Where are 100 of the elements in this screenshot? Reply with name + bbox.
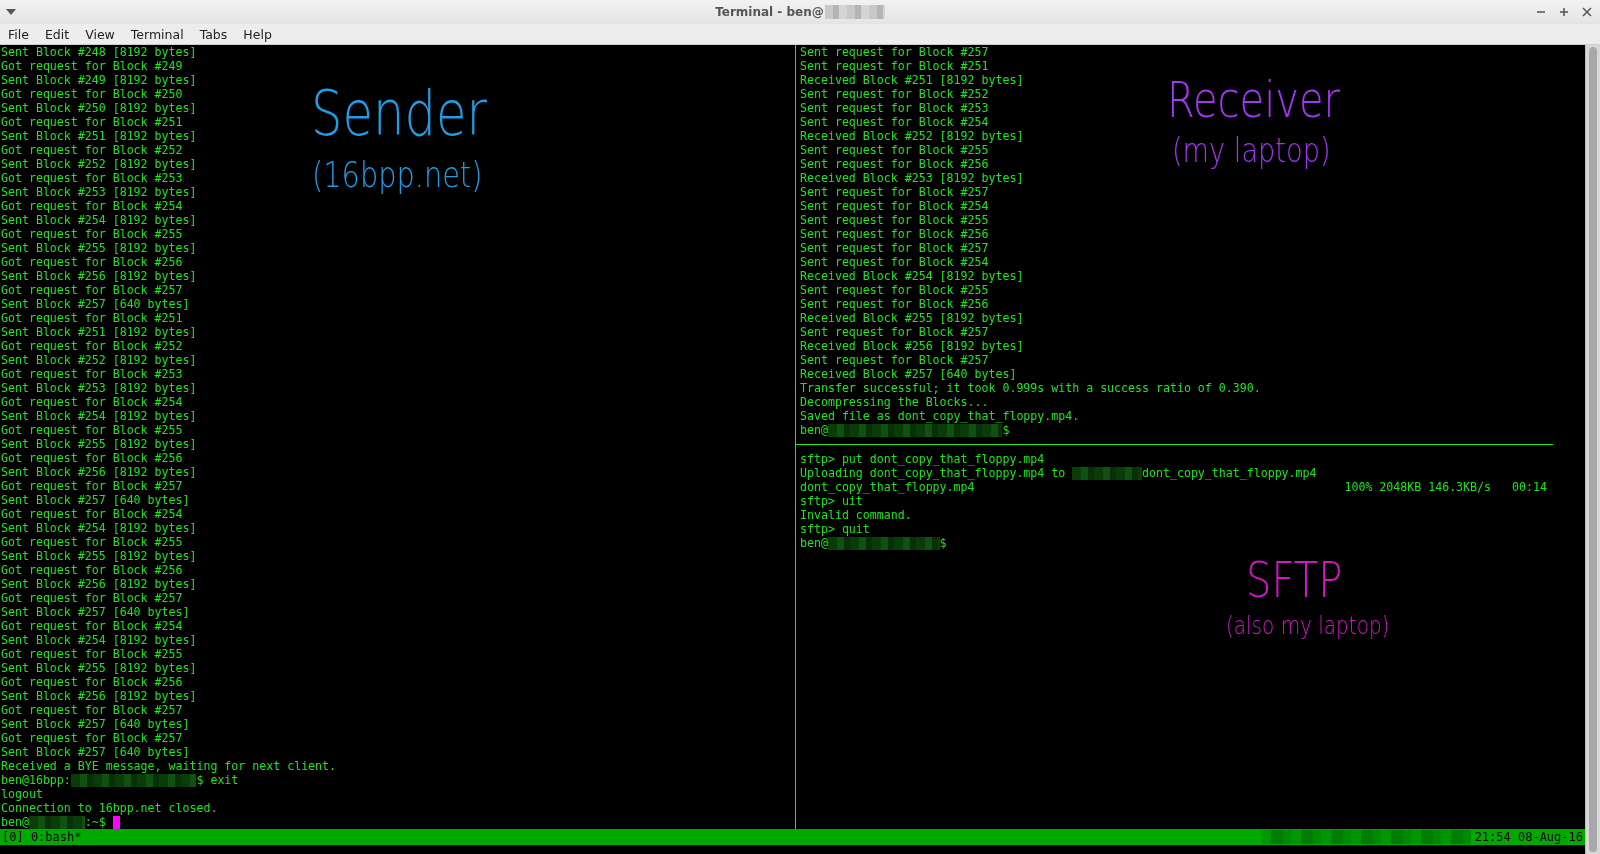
terminal-line: Sent Block #255 [8192 bytes]: [1, 661, 197, 675]
terminal-line: Sent request for Block #257: [800, 185, 989, 199]
terminal-line: Sent request for Block #256: [800, 227, 989, 241]
clock: 21:54 08-Aug-16: [1474, 830, 1583, 844]
menu-item[interactable]: Terminal: [122, 26, 192, 42]
terminal-line: Sent Block #256 [8192 bytes]: [1, 689, 197, 703]
terminal-line: Sent Block #256 [8192 bytes]: [1, 465, 197, 479]
terminal-line: Connection to 16bpp.net closed.: [1, 801, 218, 815]
terminal-line: Got request for Block #255: [1, 535, 183, 549]
caret-icon[interactable]: [6, 9, 16, 15]
redacted-block: [1072, 466, 1142, 480]
handwritten-label: Sender: [311, 83, 487, 145]
terminal-line: Sent request for Block #257: [800, 45, 989, 59]
menu-item[interactable]: View: [77, 26, 123, 42]
terminal-line: Sent Block #255 [8192 bytes]: [1, 437, 197, 451]
terminal-line: Sent Block #255 [8192 bytes]: [1, 549, 197, 563]
terminal-line: Sent request for Block #257: [800, 325, 989, 339]
terminal-text: Uploading dont_copy_that_floppy.mp4 to: [800, 466, 1066, 480]
menu-item[interactable]: Tabs: [191, 26, 236, 42]
terminal-line: Got request for Block #254: [1, 199, 183, 213]
terminal-text: $: [939, 536, 947, 550]
terminal-line: Received a BYE message, waiting for next client.: [1, 759, 337, 773]
terminal-line: Sent request for Block #255: [800, 143, 989, 157]
menu-item[interactable]: Help: [235, 26, 280, 42]
terminal-line: Sent Block #255 [8192 bytes]: [1, 241, 197, 255]
terminal-line: Got request for Block #251: [1, 311, 183, 325]
terminal-line: Received Block #255 [8192 bytes]: [800, 311, 1024, 325]
terminal-line: sftp> quit: [800, 522, 870, 536]
terminal-line: Sent request for Block #254: [800, 115, 989, 129]
terminal-line: Got request for Block #255: [1, 227, 183, 241]
terminal-line: Got request for Block #257: [1, 479, 183, 493]
terminal-text: :~$: [84, 815, 106, 829]
terminal-line: Got request for Block #257: [1, 703, 183, 717]
scrollbar-thumb[interactable]: [1589, 47, 1597, 852]
terminal-text: dont_copy_that_floppy.mp4: [1142, 466, 1317, 480]
terminal-text: dont_copy_that_floppy.mp4: [800, 480, 976, 494]
terminal-line: Sent Block #251 [8192 bytes]: [1, 129, 197, 143]
handwritten-label: Receiver: [1167, 75, 1341, 125]
terminal-line: Got request for Block #250: [1, 87, 183, 101]
handwritten-label: SFTP: [1246, 555, 1343, 605]
terminal-line: Got request for Block #255: [1, 423, 183, 437]
terminal-line: Invalid command.: [800, 508, 912, 522]
terminal-line: Sent request for Block #254: [800, 199, 989, 213]
terminal-line: Sent Block #248 [8192 bytes]: [1, 45, 197, 59]
terminal-line: Sent request for Block #255: [800, 283, 989, 297]
terminal-line: Sent Block #254 [8192 bytes]: [1, 213, 197, 227]
terminal-line: Sent request for Block #256: [800, 297, 989, 311]
terminal-line: Sent Block #256 [8192 bytes]: [1, 577, 197, 591]
terminal-line: Got request for Block #257: [1, 283, 183, 297]
terminal-text: ben@: [1, 815, 29, 829]
terminal-text: $ exit: [196, 773, 239, 787]
terminal-line: Got request for Block #254: [1, 395, 183, 409]
terminal-line: Decompressing the Blocks...: [800, 395, 989, 409]
terminal-line: Sent Block #249 [8192 bytes]: [1, 73, 197, 87]
menu-item[interactable]: Edit: [36, 26, 78, 42]
scrollbar[interactable]: [1585, 45, 1600, 854]
terminal-line: Got request for Block #256: [1, 255, 183, 269]
terminal-line: Sent Block #253 [8192 bytes]: [1, 381, 197, 395]
window-title: Terminal - ben@: [715, 5, 824, 19]
handwritten-label: (my laptop): [1172, 133, 1331, 167]
maximize-icon[interactable]: [1559, 7, 1569, 17]
terminal-line: Received Block #253 [8192 bytes]: [800, 171, 1024, 185]
handwritten-label: (16bpp.net): [312, 157, 483, 193]
terminal-line: Got request for Block #256: [1, 451, 183, 465]
handwritten-label: (also my laptop): [1226, 613, 1390, 638]
terminal-line: Sent Block #257 [640 bytes]: [1, 605, 190, 619]
terminal-line: Received Block #257 [640 bytes]: [800, 367, 1017, 381]
terminal-line: Got request for Block #257: [1, 591, 183, 605]
terminal-line: Sent Block #257 [640 bytes]: [1, 745, 190, 759]
terminal-line: Sent request for Block #256: [800, 157, 989, 171]
terminal-line: Sent Block #253 [8192 bytes]: [1, 185, 197, 199]
terminal-line: Got request for Block #254: [1, 619, 183, 633]
terminal-line: Got request for Block #255: [1, 647, 183, 661]
terminal-line: Saved file as dont_copy_that_floppy.mp4.: [800, 409, 1080, 423]
menu-item[interactable]: File: [0, 26, 37, 42]
terminal-line: Received Block #252 [8192 bytes]: [800, 129, 1024, 143]
terminal-line: Sent Block #254 [8192 bytes]: [1, 521, 197, 535]
close-icon[interactable]: [1582, 7, 1592, 17]
terminal-line: logout: [1, 787, 43, 801]
terminal-line: Got request for Block #256: [1, 563, 183, 577]
terminal-line: Got request for Block #253: [1, 171, 183, 185]
terminal-line: Sent Block #250 [8192 bytes]: [1, 101, 197, 115]
terminal-line: Got request for Block #252: [1, 143, 183, 157]
terminal-line: Got request for Block #257: [1, 731, 183, 745]
terminal-line: Sent request for Block #252: [800, 87, 989, 101]
terminal-line: Sent Block #254 [8192 bytes]: [1, 409, 197, 423]
terminal-line: Received Block #254 [8192 bytes]: [800, 269, 1024, 283]
terminal-line: Sent Block #252 [8192 bytes]: [1, 157, 197, 171]
terminal-line: Sent Block #251 [8192 bytes]: [1, 325, 197, 339]
terminal-line: sftp> uit: [800, 494, 863, 508]
terminal-line: Sent request for Block #253: [800, 101, 989, 115]
terminal-line: Sent Block #252 [8192 bytes]: [1, 353, 197, 367]
terminal-text: ben@16bpp:: [1, 773, 71, 787]
terminal-text: ben@: [800, 536, 828, 550]
terminal-line: Transfer successful; it took 0.999s with a success ratio of 0.390.: [800, 381, 1261, 395]
terminal-line: Got request for Block #256: [1, 675, 183, 689]
terminal-line: Sent Block #257 [640 bytes]: [1, 297, 190, 311]
terminal-line: Sent request for Block #254: [800, 255, 989, 269]
terminal-text: $: [1002, 423, 1010, 437]
terminal-line: Got request for Block #251: [1, 115, 183, 129]
